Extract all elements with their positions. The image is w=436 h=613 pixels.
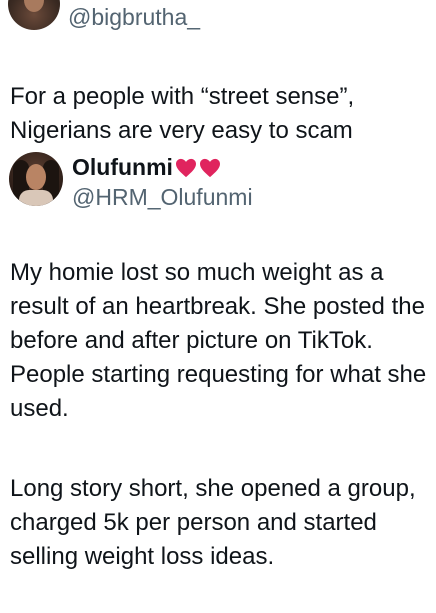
avatar[interactable] — [9, 152, 63, 206]
quoted-tweet-paragraph: Long story short, she opened a group, ch… — [10, 475, 416, 570]
display-name[interactable]: Olufunmi — [72, 154, 221, 181]
tweet-text: For a people with “street sense”, Nigeri… — [10, 83, 355, 144]
red-heart-icon — [175, 158, 196, 177]
top-tweet: @bigbrutha_ For a people with “street se… — [0, 0, 436, 144]
avatar-outfit — [19, 190, 53, 206]
display-name-text: Olufunmi — [72, 154, 173, 180]
user-handle[interactable]: @HRM_Olufunmi — [72, 184, 253, 211]
avatar-face — [26, 164, 46, 190]
user-handle[interactable]: @bigbrutha_ — [68, 4, 200, 31]
red-heart-icon — [199, 158, 220, 177]
avatar[interactable] — [8, 0, 60, 30]
avatar-face — [24, 0, 44, 12]
quoted-tweet-header: Olufunmi @HRM_Olufunmi — [0, 148, 436, 214]
quoted-tweet-paragraph: My homie lost so much weight as a result… — [10, 259, 427, 422]
